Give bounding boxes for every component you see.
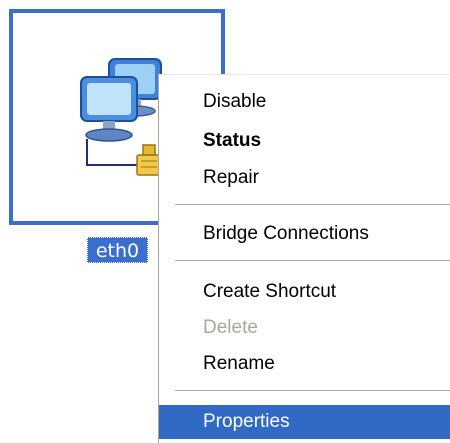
- menu-item-disable[interactable]: Disable: [159, 85, 450, 119]
- connection-label[interactable]: eth0: [87, 237, 148, 263]
- context-menu: Disable Status Repair Bridge Connections…: [158, 74, 450, 443]
- menu-item-delete: Delete: [203, 317, 258, 338]
- menu-separator: [175, 204, 450, 206]
- menu-separator: [175, 390, 450, 392]
- menu-item-status[interactable]: Status: [159, 124, 450, 158]
- menu-item-create-shortcut[interactable]: Create Shortcut: [159, 275, 450, 309]
- menu-item-rename[interactable]: Rename: [159, 347, 450, 381]
- menu-item-properties[interactable]: Properties: [159, 405, 450, 439]
- menu-item-bridge-connections[interactable]: Bridge Connections: [159, 217, 450, 251]
- menu-item-repair[interactable]: Repair: [159, 161, 450, 195]
- menu-separator: [175, 260, 450, 262]
